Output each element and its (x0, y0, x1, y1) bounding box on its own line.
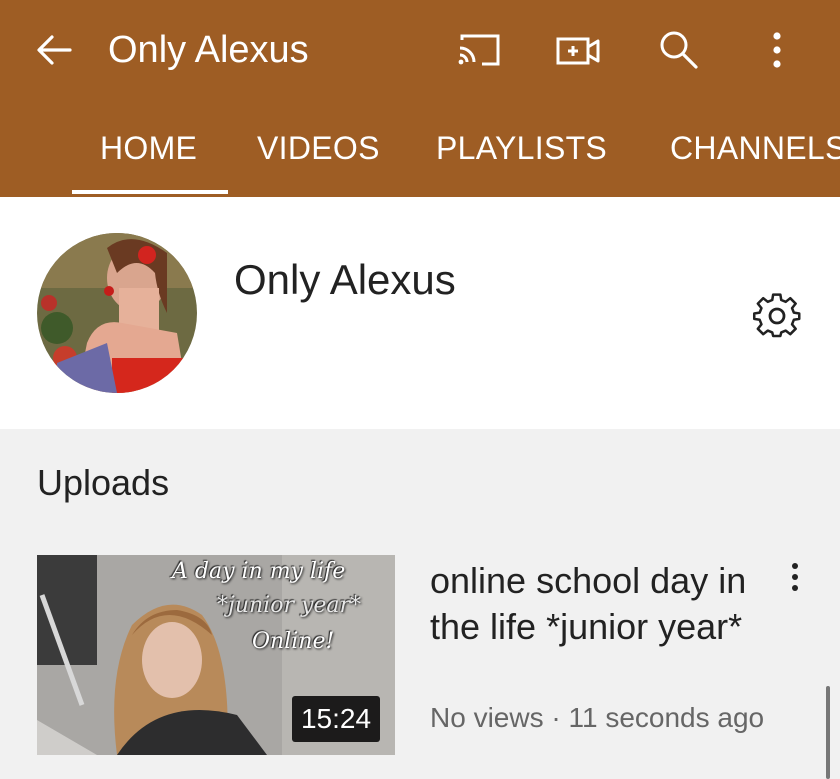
gear-icon[interactable] (752, 291, 802, 341)
thumbnail-text-line3: Online! (252, 629, 335, 654)
app-bar: Only Alexus HOME VIDEOS PLAYLISTS CHANNE… (0, 0, 840, 197)
channel-name: Only Alexus (234, 256, 456, 303)
avatar[interactable] (37, 233, 197, 393)
uploads-heading[interactable]: Uploads (37, 462, 169, 504)
scrollbar[interactable] (826, 686, 830, 779)
tab-home[interactable]: HOME (100, 128, 197, 168)
channel-tabs: HOME VIDEOS PLAYLISTS CHANNELS (0, 118, 840, 197)
video-duration-badge: 15:24 (292, 696, 380, 742)
channel-header: Only Alexus (0, 197, 840, 429)
video-more-icon[interactable] (780, 558, 810, 598)
tab-channels[interactable]: CHANNELS (670, 128, 840, 168)
channel-title: Only Alexus (108, 29, 309, 71)
video-meta: No views · 11 seconds ago (430, 702, 765, 733)
video-camera-icon[interactable] (554, 26, 604, 74)
tab-playlists[interactable]: PLAYLISTS (436, 128, 607, 168)
search-icon[interactable] (654, 26, 704, 74)
back-arrow-icon[interactable] (30, 26, 78, 74)
thumbnail-text-line1: A day in my life (172, 559, 346, 584)
video-title[interactable]: online school day in the life *junior ye… (430, 558, 770, 650)
active-tab-indicator (72, 190, 228, 194)
more-vertical-icon[interactable] (752, 26, 802, 74)
thumbnail-text-line2: *junior year* (217, 593, 362, 618)
tab-videos[interactable]: VIDEOS (257, 128, 380, 168)
cast-icon[interactable] (454, 26, 504, 74)
